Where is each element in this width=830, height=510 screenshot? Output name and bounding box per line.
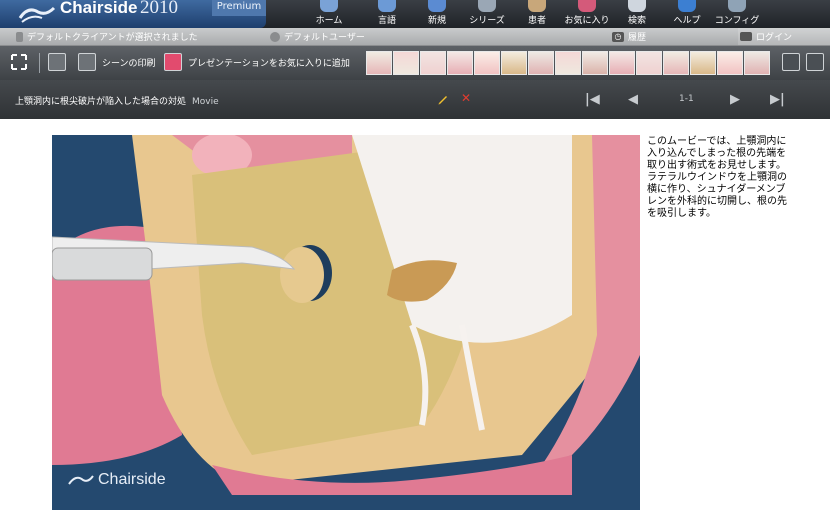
toolbar: シーンの印刷 プレゼンテーションをお気に入りに追加 [0, 46, 830, 80]
expand-icon [11, 54, 27, 70]
help-icon [678, 0, 696, 12]
home-icon [320, 0, 338, 12]
lock-icon [740, 32, 752, 41]
presentation-title-bar: 上顎洞内に根尖破片が陥入した場合の対処 Movie ✕ |◀ ◀ 1-1 ▶ ▶… [0, 80, 830, 119]
user-icon [270, 31, 280, 42]
nav-help-button[interactable]: ヘルプ [662, 0, 712, 28]
scene-thumbnail[interactable] [744, 51, 770, 75]
view-controls [782, 53, 824, 71]
user-name: デフォルトユーザー [284, 33, 365, 43]
main-nav: ホーム 言語 新規 シリーズ 患者 お気に入り 検索 ヘルプ コンフィグ [296, 0, 762, 28]
nav-patient-button[interactable]: 患者 [512, 0, 562, 28]
page-indicator: 1-1 [679, 94, 694, 104]
nav-config-button[interactable]: コンフィグ [712, 0, 762, 28]
top-bar: Chairside 2010 Premium ホーム 言語 新規 シリーズ 患者… [0, 0, 830, 28]
user-status[interactable]: デフォルトユーザー [270, 30, 365, 43]
pin-icon [16, 31, 23, 42]
nav-search-label: 検索 [627, 16, 646, 26]
scene-thumbnail[interactable] [609, 51, 635, 75]
search-icon [628, 0, 646, 12]
nav-patient-label: 患者 [527, 16, 546, 26]
status-bar: デフォルトクライアントが選択されました デフォルトユーザー ◷ 履歴 ログイン [0, 28, 830, 46]
print-scene-label: シーンの印刷 [102, 58, 156, 69]
scene-thumbnail[interactable] [501, 51, 527, 75]
scene-thumbnail[interactable] [690, 51, 716, 75]
nav-favorites-label: お気に入り [564, 16, 610, 26]
print-scene-button[interactable]: シーンの印刷 [78, 53, 156, 71]
movie-description: このムービーでは、上顎洞内に入り込んでしまった根の先端を取り出す術式をお見せしま… [647, 136, 787, 219]
presentation-title: 上顎洞内に根尖破片が陥入した場合の対処 Movie [15, 94, 219, 107]
app-year: 2010 [140, 0, 178, 18]
add-favorite-button[interactable]: プレゼンテーションをお気に入りに追加 [164, 53, 350, 71]
nav-new-button[interactable]: 新規 [412, 0, 462, 28]
document-icon [48, 53, 66, 71]
new-icon [428, 0, 446, 12]
scene-thumbnail[interactable] [582, 51, 608, 75]
fullscreen-icon[interactable] [782, 53, 800, 71]
history-label: 履歴 [628, 33, 647, 43]
add-favorite-label: プレゼンテーションをお気に入りに追加 [188, 58, 350, 69]
chairside-watermark: Chairside [68, 471, 166, 489]
favorites-icon [578, 0, 596, 12]
brand-area: Chairside 2010 Premium [0, 0, 266, 28]
patient-icon [528, 0, 546, 12]
heart-icon [164, 53, 182, 71]
document-button[interactable] [48, 53, 66, 71]
login-label: ログイン [756, 33, 793, 43]
scene-thumbnail[interactable] [555, 51, 581, 75]
scene-thumbnail[interactable] [474, 51, 500, 75]
nav-series-button[interactable]: シリーズ [462, 0, 512, 28]
presentation-title-text: 上顎洞内に根尖破片が陥入した場合の対処 [15, 97, 187, 107]
scene-thumbnail[interactable] [717, 51, 743, 75]
nav-language-label: 言語 [377, 16, 396, 26]
next-page-button[interactable]: ▶ [730, 92, 740, 107]
series-icon [478, 0, 496, 12]
nav-series-label: シリーズ [469, 16, 505, 26]
nav-search-button[interactable]: 検索 [612, 0, 662, 28]
client-status: デフォルトクライアントが選択されました [16, 30, 198, 43]
watermark-text: Chairside [98, 471, 166, 488]
last-page-button[interactable]: ▶| [770, 92, 785, 107]
nav-config-label: コンフィグ [714, 16, 760, 26]
delete-icon[interactable]: ✕ [461, 91, 471, 105]
nav-home-button[interactable]: ホーム [296, 0, 362, 28]
scene-thumbnail[interactable] [420, 51, 446, 75]
nav-new-label: 新規 [427, 16, 446, 26]
nav-home-label: ホーム [315, 16, 343, 26]
content-area: Chairside このムービーでは、上顎洞内に入り込んでしまった根の先端を取り… [0, 120, 830, 510]
presentation-type-label: Movie [192, 97, 219, 107]
login-button[interactable]: ログイン [740, 30, 792, 43]
language-icon [378, 0, 396, 12]
history-button[interactable]: ◷ 履歴 [612, 30, 646, 43]
app-name: Chairside [60, 0, 138, 17]
scene-thumbnails [366, 51, 770, 75]
fullscreen-toggle-button[interactable] [10, 53, 28, 71]
nav-language-button[interactable]: 言語 [362, 0, 412, 28]
nav-favorites-button[interactable]: お気に入り [562, 0, 612, 28]
chairside-logo-icon [18, 6, 56, 23]
config-icon [728, 0, 746, 12]
dental-illustration [52, 135, 640, 510]
edition-badge: Premium [212, 0, 266, 16]
scene-thumbnail[interactable] [636, 51, 662, 75]
scene-thumbnail[interactable] [366, 51, 392, 75]
slideshow-icon[interactable] [806, 53, 824, 71]
scene-thumbnail[interactable] [663, 51, 689, 75]
chairside-watermark-logo-icon [68, 475, 94, 485]
scene-thumbnail[interactable] [393, 51, 419, 75]
movie-player[interactable]: Chairside [52, 135, 640, 510]
prev-page-button[interactable]: ◀ [628, 92, 638, 107]
edit-pencil-icon[interactable] [437, 93, 449, 105]
client-status-text: デフォルトクライアントが選択されました [27, 33, 198, 43]
clock-icon: ◷ [612, 31, 624, 42]
toolbar-divider [39, 53, 40, 73]
scene-thumbnail[interactable] [447, 51, 473, 75]
first-page-button[interactable]: |◀ [585, 92, 600, 107]
printer-icon [78, 53, 96, 71]
scene-thumbnail[interactable] [528, 51, 554, 75]
nav-help-label: ヘルプ [673, 16, 701, 26]
